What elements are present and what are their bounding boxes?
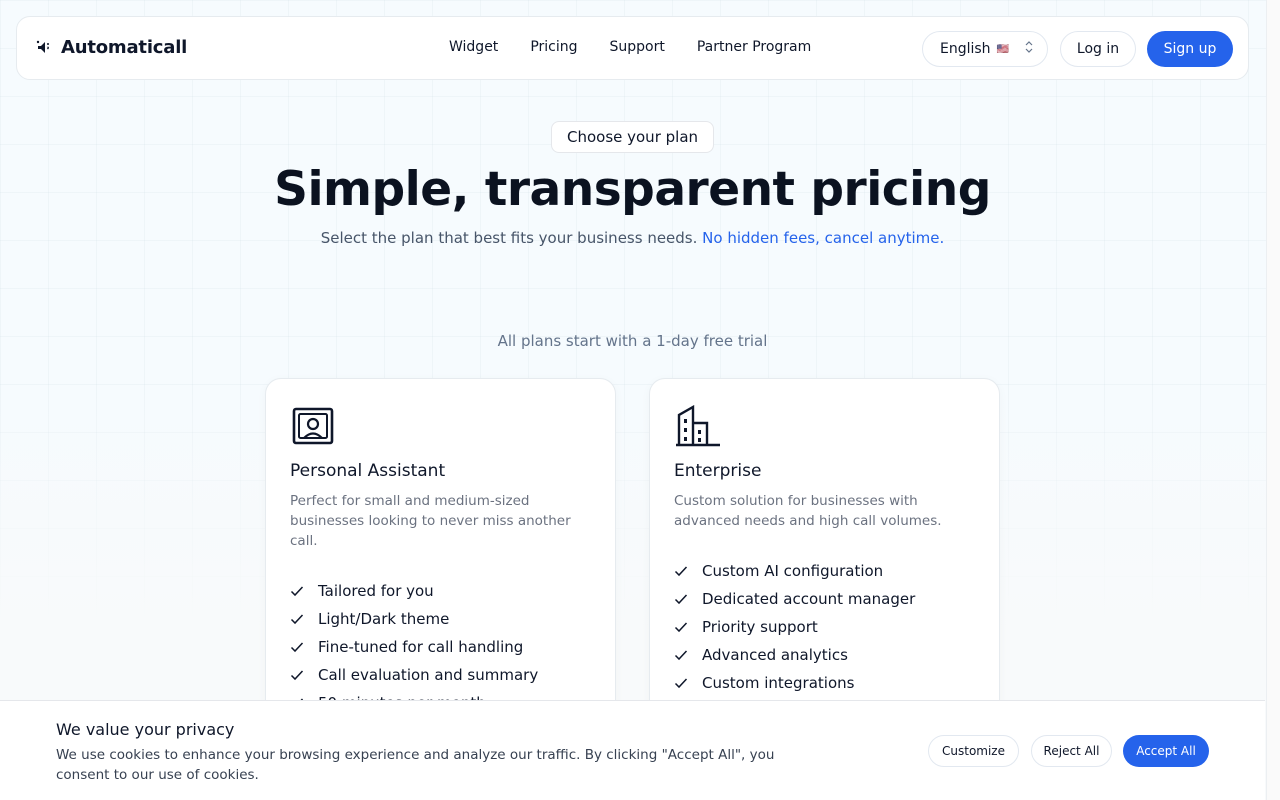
id-badge-icon	[292, 407, 334, 445]
plan-card-enterprise: Enterprise Custom solution for businesse…	[649, 378, 1000, 738]
cookie-title: We value your privacy	[56, 720, 235, 739]
building-icon	[676, 405, 720, 447]
feature-label: Light/Dark theme	[318, 610, 450, 628]
feature-label: Call evaluation and summary	[318, 666, 539, 684]
check-icon	[674, 594, 688, 605]
us-flag-icon: 🇺🇸	[996, 43, 1010, 55]
nav-link-support[interactable]: Support	[610, 39, 665, 55]
reject-all-button[interactable]: Reject All	[1031, 735, 1112, 767]
feature-label: Tailored for you	[318, 582, 434, 600]
select-caret-icon	[1025, 41, 1033, 53]
nav-link-pricing[interactable]: Pricing	[530, 39, 577, 55]
brand-logo-icon	[36, 40, 49, 53]
page-scrollbar[interactable]	[1266, 0, 1280, 800]
language-label: English	[940, 41, 991, 57]
check-icon	[674, 678, 688, 689]
signup-button[interactable]: Sign up	[1147, 31, 1233, 67]
cookie-text: We use cookies to enhance your browsing …	[56, 747, 775, 783]
plan-description: Custom solution for businesses with adva…	[674, 493, 942, 529]
feature-list: Custom AI configuration Dedicated accoun…	[674, 557, 915, 697]
feature-item: Priority support	[674, 613, 915, 641]
feature-item: Custom integrations	[674, 669, 915, 697]
plan-description: Perfect for small and medium-sized busin…	[290, 493, 571, 549]
accept-all-button[interactable]: Accept All	[1123, 735, 1209, 767]
check-icon	[290, 642, 304, 653]
check-icon	[674, 622, 688, 633]
feature-item: Advanced analytics	[674, 641, 915, 669]
feature-label: Dedicated account manager	[702, 590, 916, 608]
feature-label: Custom integrations	[702, 674, 855, 692]
scrollbar-thumb[interactable]	[1269, 0, 1277, 690]
top-navbar: Automaticall Widget Pricing Support Part…	[16, 16, 1249, 80]
customize-button[interactable]: Customize	[928, 735, 1019, 767]
hero-subtitle-text: Select the plan that best fits your busi…	[320, 229, 698, 247]
hero-subtitle-accent: No hidden fees, cancel anytime.	[702, 229, 945, 247]
feature-item: Call evaluation and summary	[290, 661, 538, 689]
feature-label: Custom AI configuration	[702, 562, 884, 580]
feature-item: Light/Dark theme	[290, 605, 538, 633]
feature-item: Dedicated account manager	[674, 585, 915, 613]
cookie-banner: We value your privacy We use cookies to …	[0, 700, 1265, 800]
check-icon	[290, 614, 304, 625]
choose-plan-badge: Choose your plan	[551, 121, 714, 153]
brand-name: Automaticall	[61, 37, 188, 58]
check-icon	[290, 586, 304, 597]
background-grid	[0, 0, 1280, 800]
feature-item: Fine-tuned for call handling	[290, 633, 538, 661]
brand[interactable]: Automaticall	[35, 37, 187, 58]
language-select[interactable]: English 🇺🇸	[922, 31, 1048, 67]
check-icon	[674, 566, 688, 577]
check-icon	[290, 670, 304, 681]
feature-list: Tailored for you Light/Dark theme Fine-t…	[290, 577, 538, 717]
hero-subtitle: Select the plan that best fits your busi…	[0, 228, 1265, 248]
plan-title: Personal Assistant	[290, 461, 446, 481]
check-icon	[674, 650, 688, 661]
trial-note: All plans start with a 1-day free trial	[497, 332, 768, 350]
login-button[interactable]: Log in	[1060, 31, 1136, 67]
feature-label: Priority support	[702, 618, 818, 636]
plan-card-personal: Personal Assistant Perfect for small and…	[265, 378, 616, 738]
feature-item: Custom AI configuration	[674, 557, 915, 585]
feature-label: Fine-tuned for call handling	[318, 638, 524, 656]
nav-link-widget[interactable]: Widget	[449, 39, 498, 55]
nav-link-partner-program[interactable]: Partner Program	[697, 39, 811, 55]
feature-item: Tailored for you	[290, 577, 538, 605]
feature-label: Advanced analytics	[702, 646, 848, 664]
main-nav: Widget Pricing Support Partner Program	[449, 39, 811, 55]
plan-title: Enterprise	[674, 461, 762, 481]
page-title: Simple, transparent pricing	[274, 162, 991, 217]
